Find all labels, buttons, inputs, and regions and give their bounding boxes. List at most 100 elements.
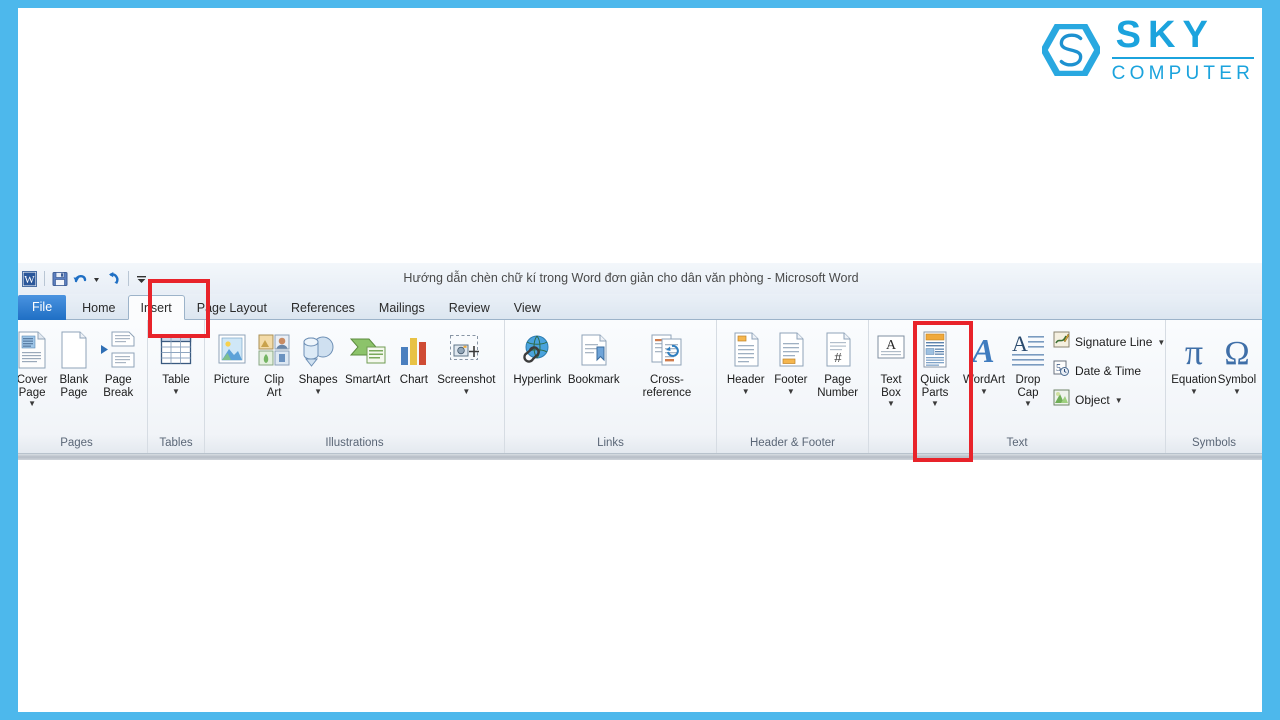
group-label-header-footer: Header & Footer xyxy=(749,437,835,449)
cover-page-button[interactable]: Cover Page ▼ xyxy=(18,325,51,408)
table-caret-icon[interactable]: ▼ xyxy=(172,387,180,396)
equation-label: Equation xyxy=(1171,374,1217,386)
tab-page-layout[interactable]: Page Layout xyxy=(185,296,279,320)
sky-computer-logo: SKY COMPUTER xyxy=(1039,16,1254,83)
table-button[interactable]: Table ▼ xyxy=(155,325,197,396)
signature-line-label: Signature Line xyxy=(1075,335,1153,349)
shapes-caret-icon[interactable]: ▼ xyxy=(314,387,322,396)
group-label-pages: Pages xyxy=(60,437,93,449)
object-icon xyxy=(1053,389,1070,411)
page-number-button[interactable]: # Page Number xyxy=(813,325,862,399)
cross-reference-button[interactable]: Cross-reference xyxy=(623,325,711,399)
footer-caret-icon[interactable]: ▼ xyxy=(787,387,795,396)
wordart-icon: A xyxy=(968,328,1000,372)
symbol-caret-icon[interactable]: ▼ xyxy=(1233,387,1241,396)
wordart-button[interactable]: A WordArt ▼ xyxy=(962,325,1006,396)
shapes-icon xyxy=(300,328,336,372)
svg-text:A: A xyxy=(886,338,897,353)
smartart-icon xyxy=(349,328,387,372)
tab-file[interactable]: File xyxy=(18,295,67,320)
text-box-icon: A xyxy=(876,328,906,372)
screenshot-caret-icon[interactable]: ▼ xyxy=(462,387,470,396)
redo-icon[interactable] xyxy=(104,271,121,287)
group-label-links: Links xyxy=(597,437,624,449)
object-label: Object xyxy=(1075,393,1110,407)
undo-icon[interactable] xyxy=(72,271,89,287)
bookmark-button[interactable]: Bookmark xyxy=(565,325,623,387)
quick-parts-caret-icon[interactable]: ▼ xyxy=(931,400,939,408)
text-small-buttons: Signature Line ▼ 5 Date & Time Object ▼ xyxy=(1050,325,1170,413)
signature-line-button[interactable]: Signature Line ▼ xyxy=(1050,329,1170,355)
tab-home[interactable]: Home xyxy=(70,296,127,320)
svg-text:#: # xyxy=(834,350,842,365)
equation-button[interactable]: π Equation ▼ xyxy=(1171,325,1217,396)
header-label: Header xyxy=(726,374,765,386)
blank-page-button[interactable]: Blank Page xyxy=(55,325,93,399)
ribbon-group-illustrations: Picture Clip Art Shapes ▼ SmartArt Chart… xyxy=(205,320,505,453)
bookmark-label: Bookmark xyxy=(567,374,620,386)
tab-insert[interactable]: Insert xyxy=(127,295,185,320)
table-icon xyxy=(159,328,193,372)
date-time-label: Date & Time xyxy=(1075,364,1142,378)
undo-dropdown-icon[interactable] xyxy=(93,271,100,287)
ribbon-group-text: A Text Box ▼ Quick Parts ▼ A WordArt ▼ A… xyxy=(869,320,1166,453)
smartart-button[interactable]: SmartArt xyxy=(341,325,394,387)
hyperlink-label: Hyperlink xyxy=(513,374,562,386)
header-button[interactable]: Header ▼ xyxy=(723,325,769,396)
equation-caret-icon[interactable]: ▼ xyxy=(1190,387,1198,396)
drop-cap-button[interactable]: A Drop Cap ▼ xyxy=(1008,325,1048,408)
table-label: Table xyxy=(162,374,190,386)
tab-mailings[interactable]: Mailings xyxy=(367,296,437,320)
equation-icon: π xyxy=(1177,328,1211,372)
signature-line-caret-icon[interactable]: ▼ xyxy=(1157,338,1165,347)
qat-divider-2 xyxy=(128,271,129,286)
svg-text:π: π xyxy=(1185,332,1203,368)
symbol-label: Symbol xyxy=(1217,374,1257,386)
clip-art-button[interactable]: Clip Art xyxy=(253,325,295,399)
blank-page-icon xyxy=(59,328,89,372)
text-box-caret-icon[interactable]: ▼ xyxy=(887,400,895,408)
drop-cap-label: Drop Cap xyxy=(1015,374,1041,399)
object-caret-icon[interactable]: ▼ xyxy=(1115,396,1123,405)
text-box-button[interactable]: A Text Box ▼ xyxy=(874,325,908,408)
group-label-illustrations: Illustrations xyxy=(325,437,384,449)
screenshot-button[interactable]: Screenshot ▼ xyxy=(434,325,499,396)
cover-page-label: Cover Page xyxy=(18,374,48,399)
header-caret-icon[interactable]: ▼ xyxy=(742,387,750,396)
quick-parts-icon xyxy=(921,328,949,372)
tab-references[interactable]: References xyxy=(279,296,367,320)
footer-icon xyxy=(776,328,806,372)
page-break-button[interactable]: Page Break xyxy=(96,325,140,399)
customize-qat-icon[interactable] xyxy=(136,271,147,287)
screenshot-label: Screenshot xyxy=(437,374,496,386)
chart-button[interactable]: Chart xyxy=(394,325,434,387)
save-icon[interactable] xyxy=(52,271,68,287)
object-button[interactable]: Object ▼ xyxy=(1050,387,1170,413)
shapes-button[interactable]: Shapes ▼ xyxy=(295,325,341,396)
footer-button[interactable]: Footer ▼ xyxy=(770,325,811,396)
blank-page-label: Blank Page xyxy=(59,374,89,399)
picture-button[interactable]: Picture xyxy=(210,325,253,387)
quick-parts-button[interactable]: Quick Parts ▼ xyxy=(910,325,960,408)
group-label-symbols: Symbols xyxy=(1191,437,1237,449)
shapes-label: Shapes xyxy=(298,374,338,386)
wordart-label: WordArt xyxy=(963,374,1005,386)
date-time-button[interactable]: 5 Date & Time xyxy=(1050,358,1170,384)
quick-access-toolbar[interactable]: W xyxy=(18,263,147,294)
page-number-label: Page Number xyxy=(817,374,859,399)
cover-page-caret-icon[interactable]: ▼ xyxy=(28,400,36,408)
title-bar: W Hướng dẫn chèn chữ kí trong Word đơn g… xyxy=(18,263,1262,294)
ribbon-tab-strip[interactable]: File Home Insert Page Layout References … xyxy=(18,294,1262,320)
wordart-caret-icon[interactable]: ▼ xyxy=(980,387,988,396)
sky-logo-mark-icon xyxy=(1039,22,1102,77)
ribbon-group-symbols: π Equation ▼ Ω Symbol ▼ Symbols xyxy=(1166,320,1262,453)
symbol-button[interactable]: Ω Symbol ▼ xyxy=(1217,325,1257,396)
drop-cap-caret-icon[interactable]: ▼ xyxy=(1024,400,1032,408)
tab-view[interactable]: View xyxy=(502,296,553,320)
group-label-text: Text xyxy=(1006,437,1028,449)
date-time-icon: 5 xyxy=(1053,360,1070,382)
bookmark-icon xyxy=(578,328,610,372)
screenshot-icon xyxy=(448,328,484,372)
hyperlink-button[interactable]: Hyperlink xyxy=(510,325,565,387)
tab-review[interactable]: Review xyxy=(437,296,502,320)
